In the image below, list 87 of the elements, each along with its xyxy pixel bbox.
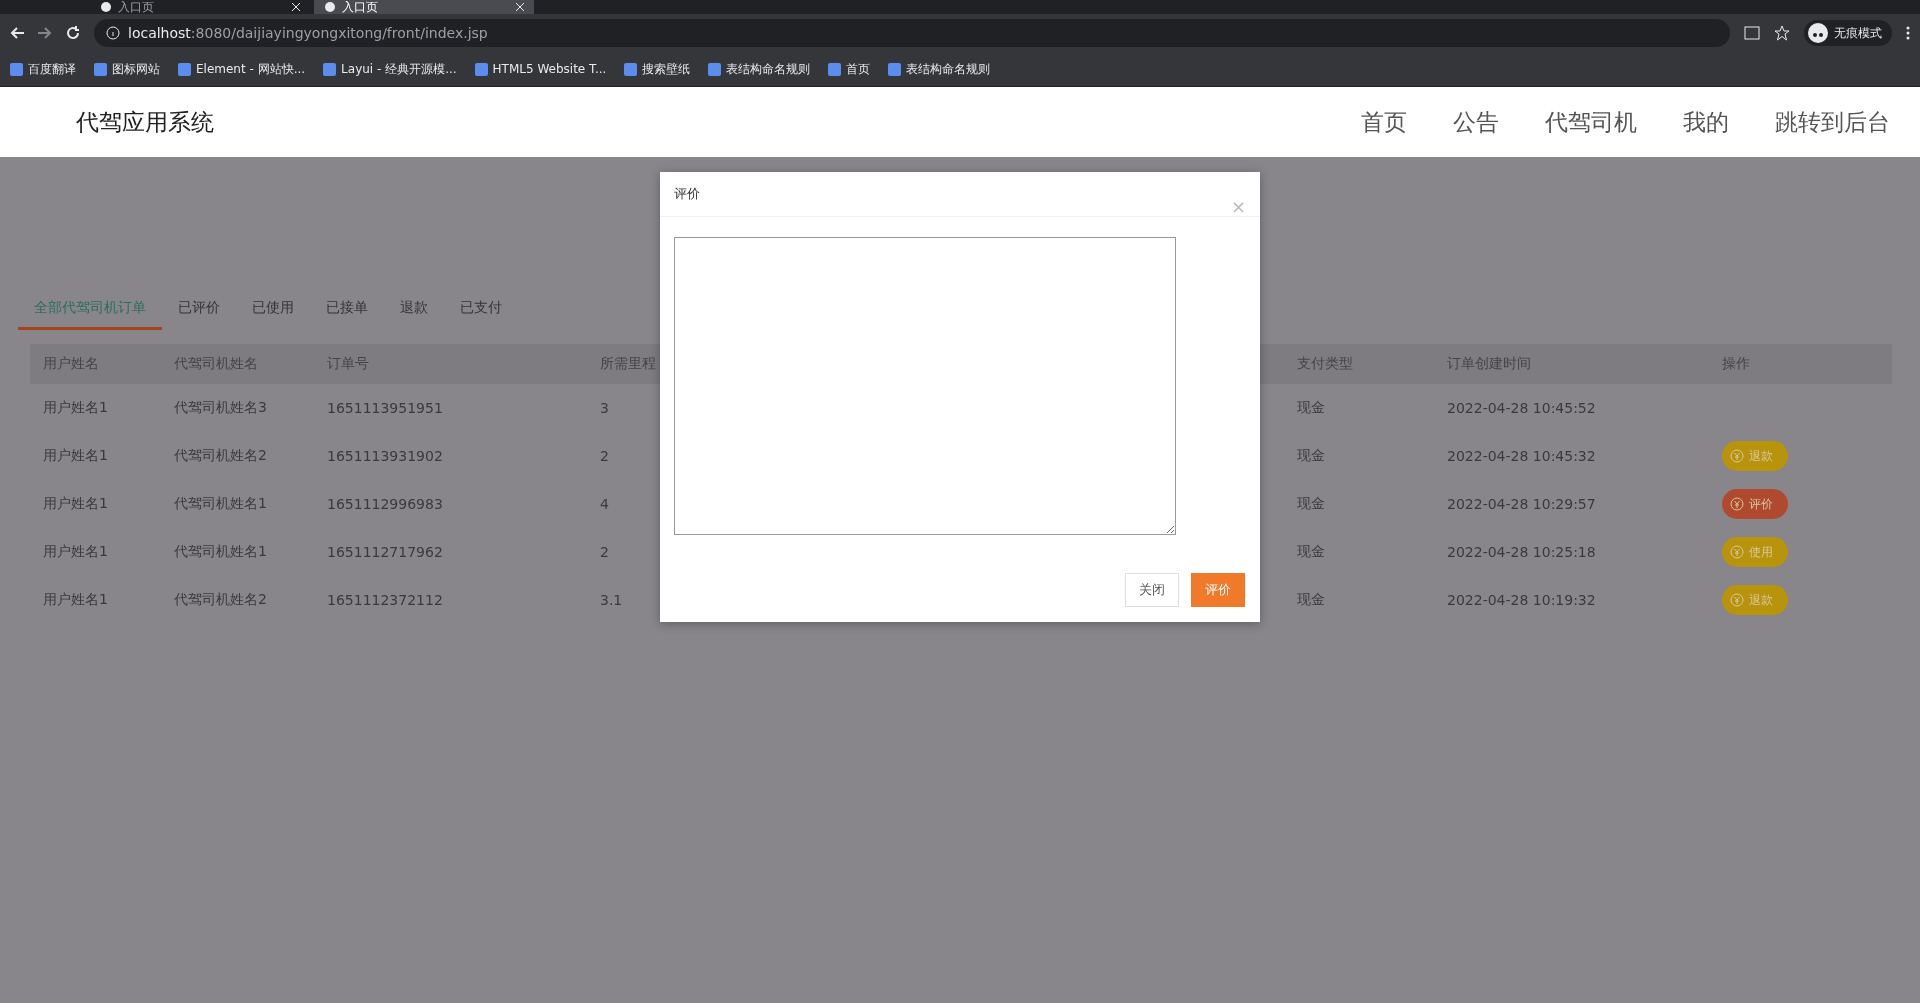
yen-icon [1730, 545, 1744, 559]
bookmark-icon [888, 62, 902, 76]
table-cell-text: 1651113931902 [327, 448, 444, 464]
bookmark-icon [474, 62, 488, 76]
bookmark-icon [708, 62, 722, 76]
nav-link[interactable]: 我的 [1683, 106, 1729, 138]
address-bar[interactable]: localhost:8080/daijiayingyongxitong/front/index.jsp [94, 19, 1730, 47]
bookmark[interactable]: 百度翻译 [10, 60, 76, 78]
table-cell-text: 现金 [1297, 591, 1326, 609]
dialog-button[interactable]: 关闭 [1125, 573, 1179, 607]
table-cell-text: 用户姓名1 [43, 543, 109, 561]
order-tab[interactable]: 已接单 [310, 287, 384, 330]
url-text: localhost:8080/daijiayingyongxitong/front/index.jsp [128, 25, 488, 41]
bookmark-icon [323, 62, 337, 76]
info-icon[interactable] [106, 26, 120, 40]
table-cell-text: 1651112717962 [327, 544, 444, 560]
bookmark-icon [828, 62, 842, 76]
nav-link[interactable]: 代驾司机 [1545, 106, 1637, 138]
star-icon[interactable] [1774, 25, 1790, 41]
table-cell-text: 用户姓名1 [43, 495, 109, 513]
yen-icon [1730, 593, 1744, 607]
bookmark[interactable]: 图标网站 [94, 60, 160, 78]
incognito-icon [1808, 23, 1828, 43]
order-tab[interactable]: 已评价 [162, 287, 236, 330]
nav-link[interactable]: 公告 [1453, 106, 1499, 138]
incognito-badge[interactable]: 无痕模式 [1804, 20, 1892, 46]
table-cell-text: 用户姓名1 [43, 591, 109, 609]
column-header: 操作 [1722, 355, 1751, 373]
table-cell-text: 用户姓名1 [43, 399, 109, 417]
bookmark[interactable]: Layui - 经典开源模... [323, 60, 457, 78]
table-cell-text: 现金 [1297, 399, 1326, 417]
dialog-title: 评价 [674, 185, 700, 203]
table-cell-text: 现金 [1297, 543, 1326, 561]
yen-icon [1730, 449, 1744, 463]
bookmark[interactable]: Element - 网站快... [178, 60, 306, 78]
table-cell-text: 3.1 [600, 592, 624, 608]
bookmark-icon [10, 62, 23, 76]
menu-icon[interactable] [1906, 26, 1910, 40]
table-cell-text: 用户姓名1 [43, 447, 109, 465]
table-cell-text: 2022-04-28 10:29:57 [1447, 496, 1597, 512]
browser-tab[interactable]: 入口页 [314, 0, 534, 14]
close-icon[interactable] [292, 3, 300, 11]
column-header: 用户姓名 [43, 355, 100, 373]
close-icon[interactable] [516, 3, 524, 11]
column-header: 订单号 [327, 355, 370, 373]
column-header: 订单创建时间 [1447, 355, 1532, 373]
bookmark-icon [624, 62, 638, 76]
bookmark[interactable]: 表结构命名规则 [888, 60, 991, 78]
yen-icon [1730, 497, 1744, 511]
bookmark[interactable]: 搜索壁纸 [624, 60, 691, 78]
table-cell-text: 2 [600, 544, 610, 560]
order-tab[interactable]: 退款 [384, 287, 444, 330]
order-tab[interactable]: 已支付 [444, 287, 518, 330]
forward-icon[interactable] [38, 26, 52, 40]
column-header: 代驾司机姓名 [174, 355, 259, 373]
table-cell-text: 2022-04-28 10:19:32 [1447, 592, 1597, 608]
table-cell-text: 现金 [1297, 447, 1326, 465]
table-cell-text: 代驾司机姓名2 [174, 447, 268, 465]
table-cell-text: 代驾司机姓名2 [174, 591, 268, 609]
table-cell-text: 代驾司机姓名1 [174, 543, 268, 561]
table-cell-text: 4 [600, 496, 610, 512]
table-cell-text: 代驾司机姓名3 [174, 399, 268, 417]
table-cell-text: 2 [600, 448, 610, 464]
table-cell-text: 现金 [1297, 495, 1326, 513]
table-cell-text: 2022-04-28 10:25:18 [1447, 544, 1597, 560]
bookmark[interactable]: 表结构命名规则 [708, 60, 811, 78]
bookmark-icon [94, 62, 107, 76]
table-cell-text: 1651112996983 [327, 496, 444, 512]
nav-link[interactable]: 首页 [1361, 106, 1407, 138]
bookmark-icon [178, 62, 191, 76]
table-cell-text: 代驾司机姓名1 [174, 495, 268, 513]
table-cell-text: 3 [600, 400, 610, 416]
table-cell-text: 2022-04-28 10:45:52 [1447, 400, 1597, 416]
reload-icon[interactable] [66, 26, 80, 40]
column-header: 所需里程 [600, 355, 657, 373]
order-tab[interactable]: 已使用 [236, 287, 310, 330]
table-cell-text: 1651112372112 [327, 592, 444, 608]
table-cell-text: 2022-04-28 10:45:32 [1447, 448, 1597, 464]
back-icon[interactable] [10, 26, 24, 40]
bookmark[interactable]: 首页 [828, 60, 871, 78]
comment-field[interactable] [674, 237, 1176, 535]
nav-link[interactable]: 跳转到后台 [1775, 106, 1890, 138]
table-cell-text: 1651113951951 [327, 400, 444, 416]
browser-tab[interactable]: 入口页 [90, 0, 310, 14]
site-title: 代驾应用系统 [76, 107, 215, 137]
column-header: 支付类型 [1297, 355, 1354, 373]
bookmark[interactable]: HTML5 Website T... [474, 62, 607, 76]
